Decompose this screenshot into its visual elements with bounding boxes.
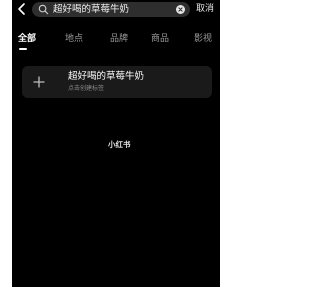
create-tag-title: 超好喝的草莓牛奶 <box>68 71 145 82</box>
search-icon <box>38 4 49 15</box>
create-tag-hint: 点击创建标签 <box>68 85 105 92</box>
search-query: 超好喝的草莓牛奶 <box>53 4 130 15</box>
tag-search-screen: 超好喝的草莓牛奶 取消 全部 地点 品牌 商品 影视 超好喝的草莓牛奶 点击创建… <box>12 0 220 287</box>
tab-products[interactable]: 商品 <box>151 31 169 47</box>
tab-brands[interactable]: 品牌 <box>110 31 128 47</box>
top-bar: 超好喝的草莓牛奶 取消 <box>12 0 220 20</box>
cancel-button[interactable]: 取消 <box>196 3 214 16</box>
chevron-left-icon[interactable] <box>14 1 30 17</box>
watermark-logo: 小红书 <box>108 140 131 149</box>
tab-movies[interactable]: 影视 <box>194 31 212 47</box>
active-tab-indicator <box>19 48 27 50</box>
clear-icon[interactable] <box>176 5 185 14</box>
tab-places[interactable]: 地点 <box>65 31 83 47</box>
tab-all[interactable]: 全部 <box>18 31 36 47</box>
tab-bar: 全部 地点 品牌 商品 影视 <box>12 31 220 50</box>
plus-icon <box>33 76 45 88</box>
search-input[interactable]: 超好喝的草莓牛奶 <box>32 2 190 17</box>
create-tag-card[interactable]: 超好喝的草莓牛奶 点击创建标签 <box>22 66 212 98</box>
